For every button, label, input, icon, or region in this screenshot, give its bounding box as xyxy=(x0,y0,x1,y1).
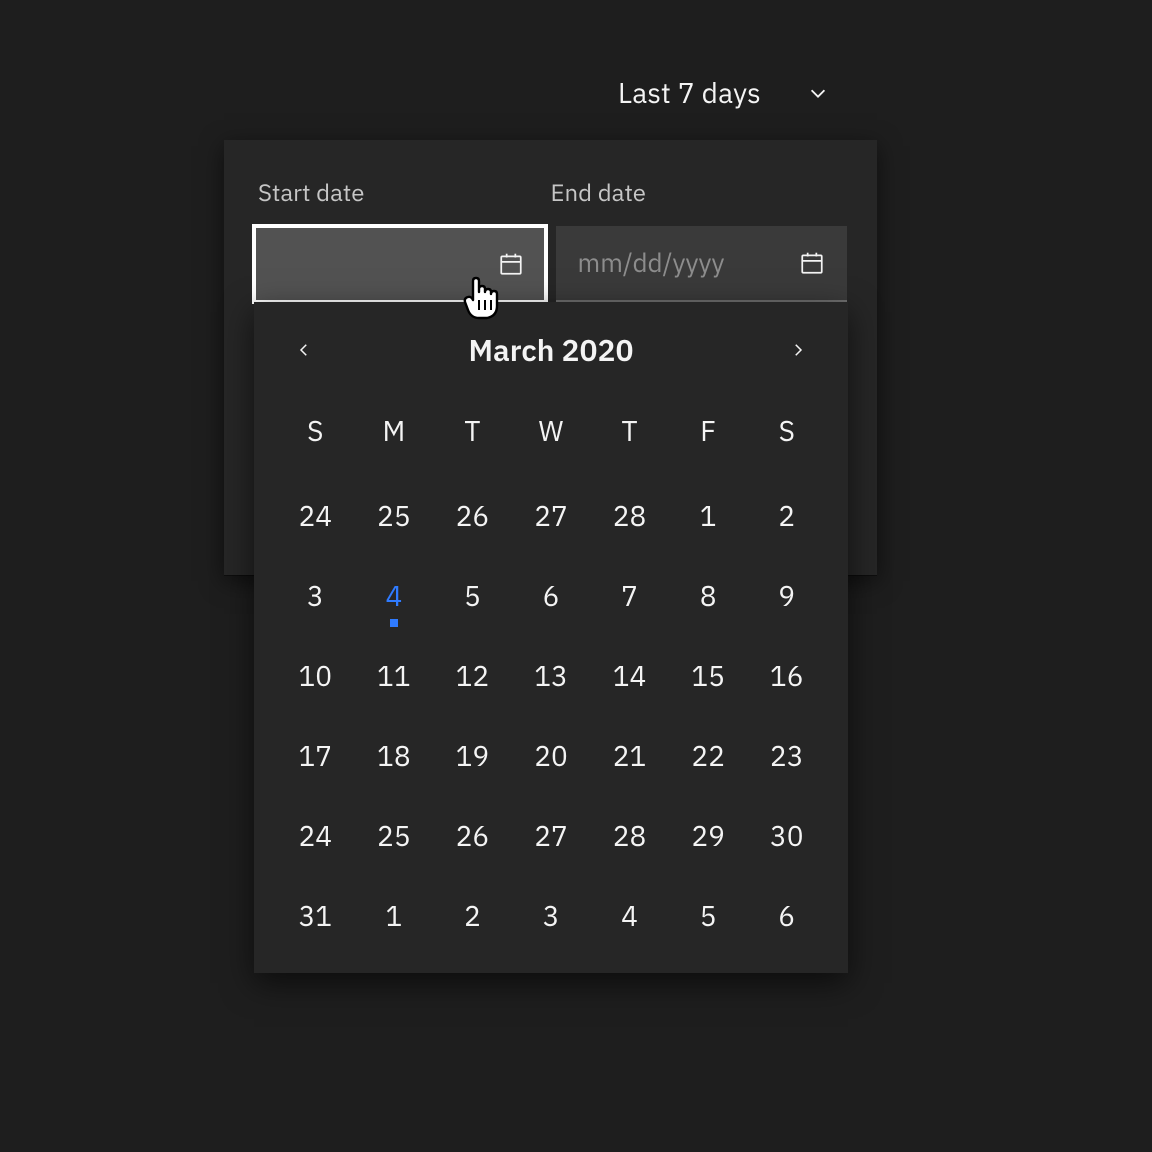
calendar-weekday: M xyxy=(355,412,434,449)
chevron-down-icon xyxy=(807,82,829,104)
calendar-day[interactable]: 26 xyxy=(433,819,512,853)
calendar-day[interactable]: 10 xyxy=(276,659,355,693)
calendar-day[interactable]: 24 xyxy=(276,819,355,853)
end-date-label: End date xyxy=(551,176,844,208)
prev-month-button[interactable] xyxy=(284,330,324,370)
calendar-day[interactable]: 11 xyxy=(355,659,434,693)
calendar-icon xyxy=(799,250,825,276)
calendar-day[interactable]: 25 xyxy=(355,499,434,533)
calendar-day[interactable]: 28 xyxy=(590,499,669,533)
calendar-day[interactable]: 20 xyxy=(512,739,591,773)
calendar-day[interactable]: 21 xyxy=(590,739,669,773)
calendar-day[interactable]: 2 xyxy=(433,899,512,933)
calendar-day[interactable]: 1 xyxy=(669,499,748,533)
calendar-weekday: W xyxy=(512,412,591,449)
calendar-day[interactable]: 13 xyxy=(512,659,591,693)
calendar-day[interactable]: 29 xyxy=(669,819,748,853)
calendar-day[interactable]: 9 xyxy=(747,579,826,613)
calendar-day[interactable]: 25 xyxy=(355,819,434,853)
calendar-popover: March 2020 SMTWTFS 242526272812345678910… xyxy=(254,302,848,973)
calendar-weekday: S xyxy=(747,412,826,449)
preset-range-dropdown[interactable]: Last 7 days xyxy=(618,74,829,111)
start-date-input[interactable] xyxy=(254,226,546,302)
calendar-day[interactable]: 5 xyxy=(433,579,512,613)
next-month-button[interactable] xyxy=(778,330,818,370)
calendar-day[interactable]: 23 xyxy=(747,739,826,773)
calendar-day[interactable]: 6 xyxy=(512,579,591,613)
calendar-weekday: F xyxy=(669,412,748,449)
calendar-day[interactable]: 4 xyxy=(355,579,434,613)
calendar-day[interactable]: 28 xyxy=(590,819,669,853)
calendar-day[interactable]: 1 xyxy=(355,899,434,933)
calendar-day[interactable]: 4 xyxy=(590,899,669,933)
calendar-month-title: March 2020 xyxy=(468,331,633,370)
calendar-day[interactable]: 19 xyxy=(433,739,512,773)
calendar-icon xyxy=(498,251,524,277)
calendar-day[interactable]: 2 xyxy=(747,499,826,533)
calendar-day[interactable]: 16 xyxy=(747,659,826,693)
calendar-day[interactable]: 17 xyxy=(276,739,355,773)
calendar-day[interactable]: 31 xyxy=(276,899,355,933)
calendar-day[interactable]: 7 xyxy=(590,579,669,613)
calendar-day[interactable]: 14 xyxy=(590,659,669,693)
calendar-weekday: T xyxy=(433,412,512,449)
preset-range-label: Last 7 days xyxy=(618,74,761,111)
calendar-grid: 2425262728123456789101112131415161718192… xyxy=(270,499,832,939)
calendar-day[interactable]: 5 xyxy=(669,899,748,933)
calendar-day[interactable]: 6 xyxy=(747,899,826,933)
calendar-day[interactable]: 30 xyxy=(747,819,826,853)
end-date-input[interactable]: mm/dd/yyyy xyxy=(556,226,848,302)
start-date-label: Start date xyxy=(258,176,551,208)
calendar-day[interactable]: 27 xyxy=(512,819,591,853)
calendar-day[interactable]: 12 xyxy=(433,659,512,693)
calendar-day[interactable]: 3 xyxy=(276,579,355,613)
calendar-day[interactable]: 24 xyxy=(276,499,355,533)
calendar-day[interactable]: 8 xyxy=(669,579,748,613)
calendar-day[interactable]: 27 xyxy=(512,499,591,533)
calendar-weekday: T xyxy=(590,412,669,449)
calendar-weekday-row: SMTWTFS xyxy=(270,412,832,449)
calendar-day[interactable]: 3 xyxy=(512,899,591,933)
calendar-day[interactable]: 18 xyxy=(355,739,434,773)
calendar-weekday: S xyxy=(276,412,355,449)
end-date-placeholder: mm/dd/yyyy xyxy=(578,246,800,280)
calendar-day[interactable]: 22 xyxy=(669,739,748,773)
calendar-day[interactable]: 26 xyxy=(433,499,512,533)
calendar-day[interactable]: 15 xyxy=(669,659,748,693)
